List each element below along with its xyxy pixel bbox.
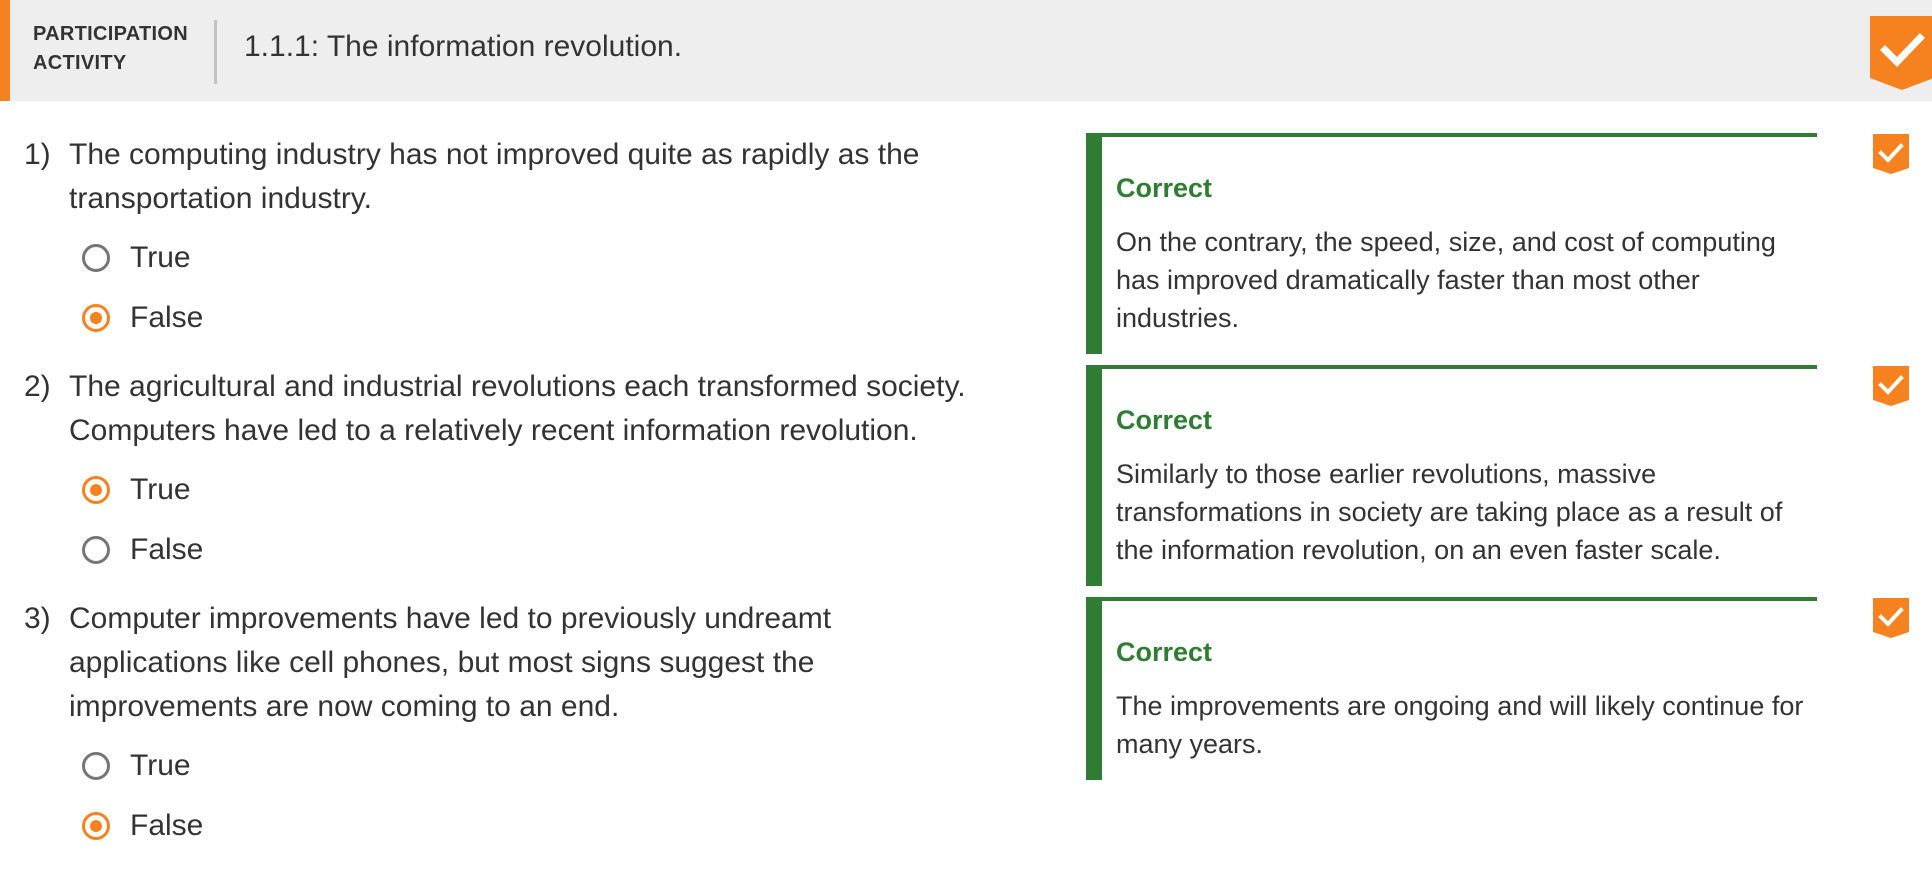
option-label: True [130, 749, 191, 782]
option-label: False [130, 809, 204, 842]
activity-type-line1: PARTICIPATION [33, 23, 189, 45]
feedback-status: Correct [1116, 637, 1213, 667]
feedback-status: Correct [1116, 405, 1213, 435]
radio-selected-icon[interactable] [82, 304, 110, 332]
question-text: Computer improvements have led to previo… [69, 602, 832, 723]
check-ribbon-icon [1873, 134, 1909, 174]
check-ribbon-icon [1873, 366, 1909, 406]
feedback-explanation: On the contrary, the speed, size, and co… [1116, 227, 1776, 333]
feedback-explanation: The improvements are ongoing and will li… [1116, 691, 1804, 759]
feedback-panel-q2: Correct Similarly to those earlier revol… [1086, 365, 1817, 586]
radio-selected-icon[interactable] [82, 812, 110, 840]
radio-unselected-icon[interactable] [82, 752, 110, 780]
check-ribbon-icon [1870, 16, 1932, 90]
question-number: 1) [24, 138, 51, 171]
activity-title: 1.1.1: The information revolution. [244, 30, 683, 63]
radio-unselected-icon[interactable] [82, 244, 110, 272]
activity-type-label: PARTICIPATION ACTIVITY [33, 20, 203, 78]
feedback-panel-q1: Correct On the contrary, the speed, size… [1086, 133, 1817, 354]
question-text: The computing industry has not improved … [69, 138, 920, 215]
feedback-explanation: Similarly to those earlier revolutions, … [1116, 459, 1783, 565]
question-number: 3) [24, 602, 51, 635]
check-ribbon-icon [1873, 598, 1909, 638]
activity-type-line2: ACTIVITY [33, 52, 127, 74]
header-divider [214, 20, 217, 84]
feedback-panel-q3: Correct The improvements are ongoing and… [1086, 597, 1817, 780]
option-label: False [130, 301, 204, 334]
option-label: False [130, 533, 204, 566]
question-number: 2) [24, 370, 51, 403]
question-text: The agricultural and industrial revoluti… [69, 370, 966, 447]
option-label: True [130, 473, 191, 506]
feedback-status: Correct [1116, 173, 1213, 203]
radio-selected-icon[interactable] [82, 476, 110, 504]
option-label: True [130, 241, 191, 274]
radio-unselected-icon[interactable] [82, 536, 110, 564]
activity-header: PARTICIPATION ACTIVITY 1.1.1: The inform… [0, 0, 1932, 101]
